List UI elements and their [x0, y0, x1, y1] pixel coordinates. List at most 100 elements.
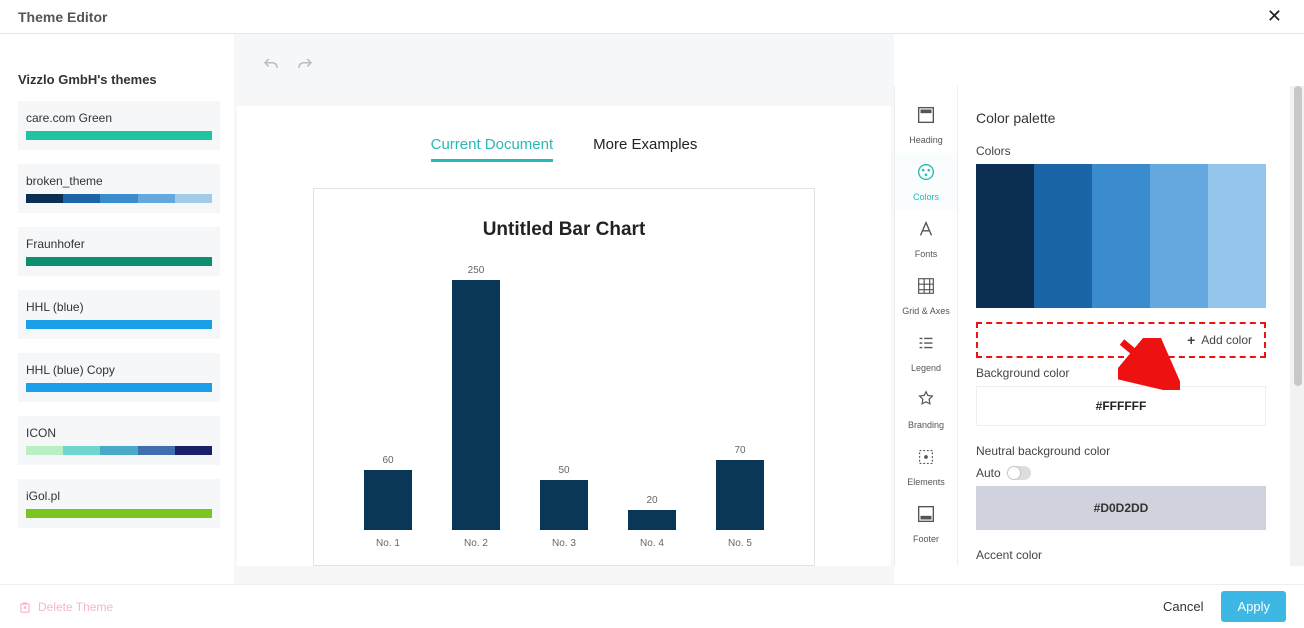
theme-item[interactable]: ICON [18, 416, 220, 465]
chart-card[interactable]: Untitled Bar Chart 60250502070 No. 1No. … [313, 188, 815, 566]
bar-value: 60 [382, 455, 393, 466]
scrollbar-thumb[interactable] [1294, 86, 1302, 386]
bar-value: 50 [558, 465, 569, 476]
prop-elements[interactable]: Elements [895, 438, 957, 495]
theme-name: HHL (blue) Copy [26, 363, 212, 377]
close-icon[interactable]: ✕ [1259, 2, 1290, 31]
delete-theme-label: Delete Theme [38, 600, 113, 614]
branding-icon [915, 389, 937, 416]
fonts-icon [915, 218, 937, 245]
heading-icon [915, 104, 937, 131]
prop-branding[interactable]: Branding [895, 381, 957, 438]
theme-item[interactable]: Fraunhofer [18, 227, 220, 276]
themes-sidebar: Vizzlo GmbH's themes care.com Green broke… [0, 34, 234, 584]
bar-category: No. 4 [625, 538, 679, 549]
app-footer: Delete Theme Cancel Apply [0, 584, 1304, 628]
tab-more-examples[interactable]: More Examples [593, 136, 697, 162]
theme-item[interactable]: iGol.pl [18, 479, 220, 528]
theme-name: broken_theme [26, 174, 212, 188]
chart-bar: 20 [625, 495, 679, 530]
properties-strip: Heading Colors Fonts Grid & Axes Legend Brand… [894, 86, 958, 566]
prop-label: Grid & Axes [902, 306, 950, 316]
prop-label: Legend [911, 363, 941, 373]
prop-label: Fonts [915, 249, 938, 259]
theme-swatch [26, 257, 212, 266]
theme-swatch [26, 320, 212, 329]
apply-button[interactable]: Apply [1221, 591, 1286, 622]
bg-color-label: Background color [976, 366, 1266, 380]
theme-item[interactable]: care.com Green [18, 101, 220, 150]
themes-heading: Vizzlo GmbH's themes [18, 72, 220, 87]
footer-icon [915, 503, 937, 530]
add-color-button[interactable]: + Add color [1177, 326, 1262, 354]
theme-name: ICON [26, 426, 212, 440]
prop-footer[interactable]: Footer [895, 495, 957, 552]
add-color-highlight: + Add color [976, 322, 1266, 358]
theme-swatch [26, 194, 212, 203]
chart-bar: 250 [449, 265, 503, 530]
prop-label: Footer [913, 534, 939, 544]
prop-heading[interactable]: Heading [895, 96, 957, 153]
canvas-tabs: Current Document More Examples [431, 136, 698, 162]
prop-colors[interactable]: Colors [895, 153, 957, 210]
theme-name: iGol.pl [26, 489, 212, 503]
palette-color[interactable] [1208, 164, 1266, 308]
theme-item[interactable]: HHL (blue) Copy [18, 353, 220, 402]
delete-theme-button[interactable]: Delete Theme [18, 600, 113, 614]
prop-fonts[interactable]: Fonts [895, 210, 957, 267]
bar-rect [364, 470, 412, 530]
bar-rect [716, 460, 764, 530]
prop-legend[interactable]: Legend [895, 324, 957, 381]
prop-label: Elements [907, 477, 945, 487]
palette-color[interactable] [1150, 164, 1208, 308]
bar-category: No. 2 [449, 538, 503, 549]
chart-labels: No. 1No. 2No. 3No. 4No. 5 [344, 538, 784, 549]
prop-label: Heading [909, 135, 943, 145]
neutral-auto-toggle[interactable]: Auto [976, 466, 1031, 480]
neutral-color-swatch[interactable]: #D0D2DD [976, 486, 1266, 530]
palette-color[interactable] [1092, 164, 1150, 308]
prop-label: Branding [908, 420, 944, 430]
cancel-button[interactable]: Cancel [1163, 599, 1203, 614]
theme-name: HHL (blue) [26, 300, 212, 314]
panel-title: Color palette [976, 110, 1266, 126]
settings-panel: Color palette Colors + Add color Backgro… [958, 86, 1290, 566]
app-header: Theme Editor ✕ [0, 0, 1304, 34]
accent-label: Accent color [976, 548, 1266, 562]
neutral-label: Neutral background color [976, 444, 1266, 458]
trash-icon [18, 600, 32, 614]
panel-scrollbar[interactable] [1290, 86, 1304, 566]
theme-item[interactable]: broken_theme [18, 164, 220, 213]
theme-swatch [26, 383, 212, 392]
chart-title: Untitled Bar Chart [344, 219, 784, 241]
bar-value: 250 [468, 265, 485, 276]
redo-icon[interactable] [296, 56, 314, 74]
bar-category: No. 5 [713, 538, 767, 549]
theme-item[interactable]: HHL (blue) [18, 290, 220, 339]
prop-label: Colors [913, 192, 939, 202]
neutral-color-value: #D0D2DD [1094, 501, 1149, 515]
bar-rect [452, 280, 500, 530]
theme-swatch [26, 446, 212, 455]
bar-category: No. 1 [361, 538, 415, 549]
auto-label: Auto [976, 466, 1001, 480]
bg-color-swatch[interactable]: #FFFFFF [976, 386, 1266, 426]
palette-color[interactable] [1034, 164, 1092, 308]
theme-swatch [26, 131, 212, 140]
palette-color[interactable] [976, 164, 1034, 308]
plus-icon: + [1187, 332, 1195, 348]
legend-icon [915, 332, 937, 359]
app-title: Theme Editor [18, 9, 107, 25]
add-color-label: Add color [1201, 333, 1252, 347]
theme-name: Fraunhofer [26, 237, 212, 251]
chart-area: 60250502070 [344, 265, 784, 530]
colors-label: Colors [976, 144, 1266, 158]
undo-icon[interactable] [262, 56, 280, 74]
theme-name: care.com Green [26, 111, 212, 125]
bar-value: 20 [646, 495, 657, 506]
prop-grid-axes[interactable]: Grid & Axes [895, 267, 957, 324]
elements-icon [915, 446, 937, 473]
tab-current-document[interactable]: Current Document [431, 136, 554, 162]
color-palette[interactable] [976, 164, 1266, 308]
app-body: Vizzlo GmbH's themes care.com Green broke… [0, 34, 1304, 584]
